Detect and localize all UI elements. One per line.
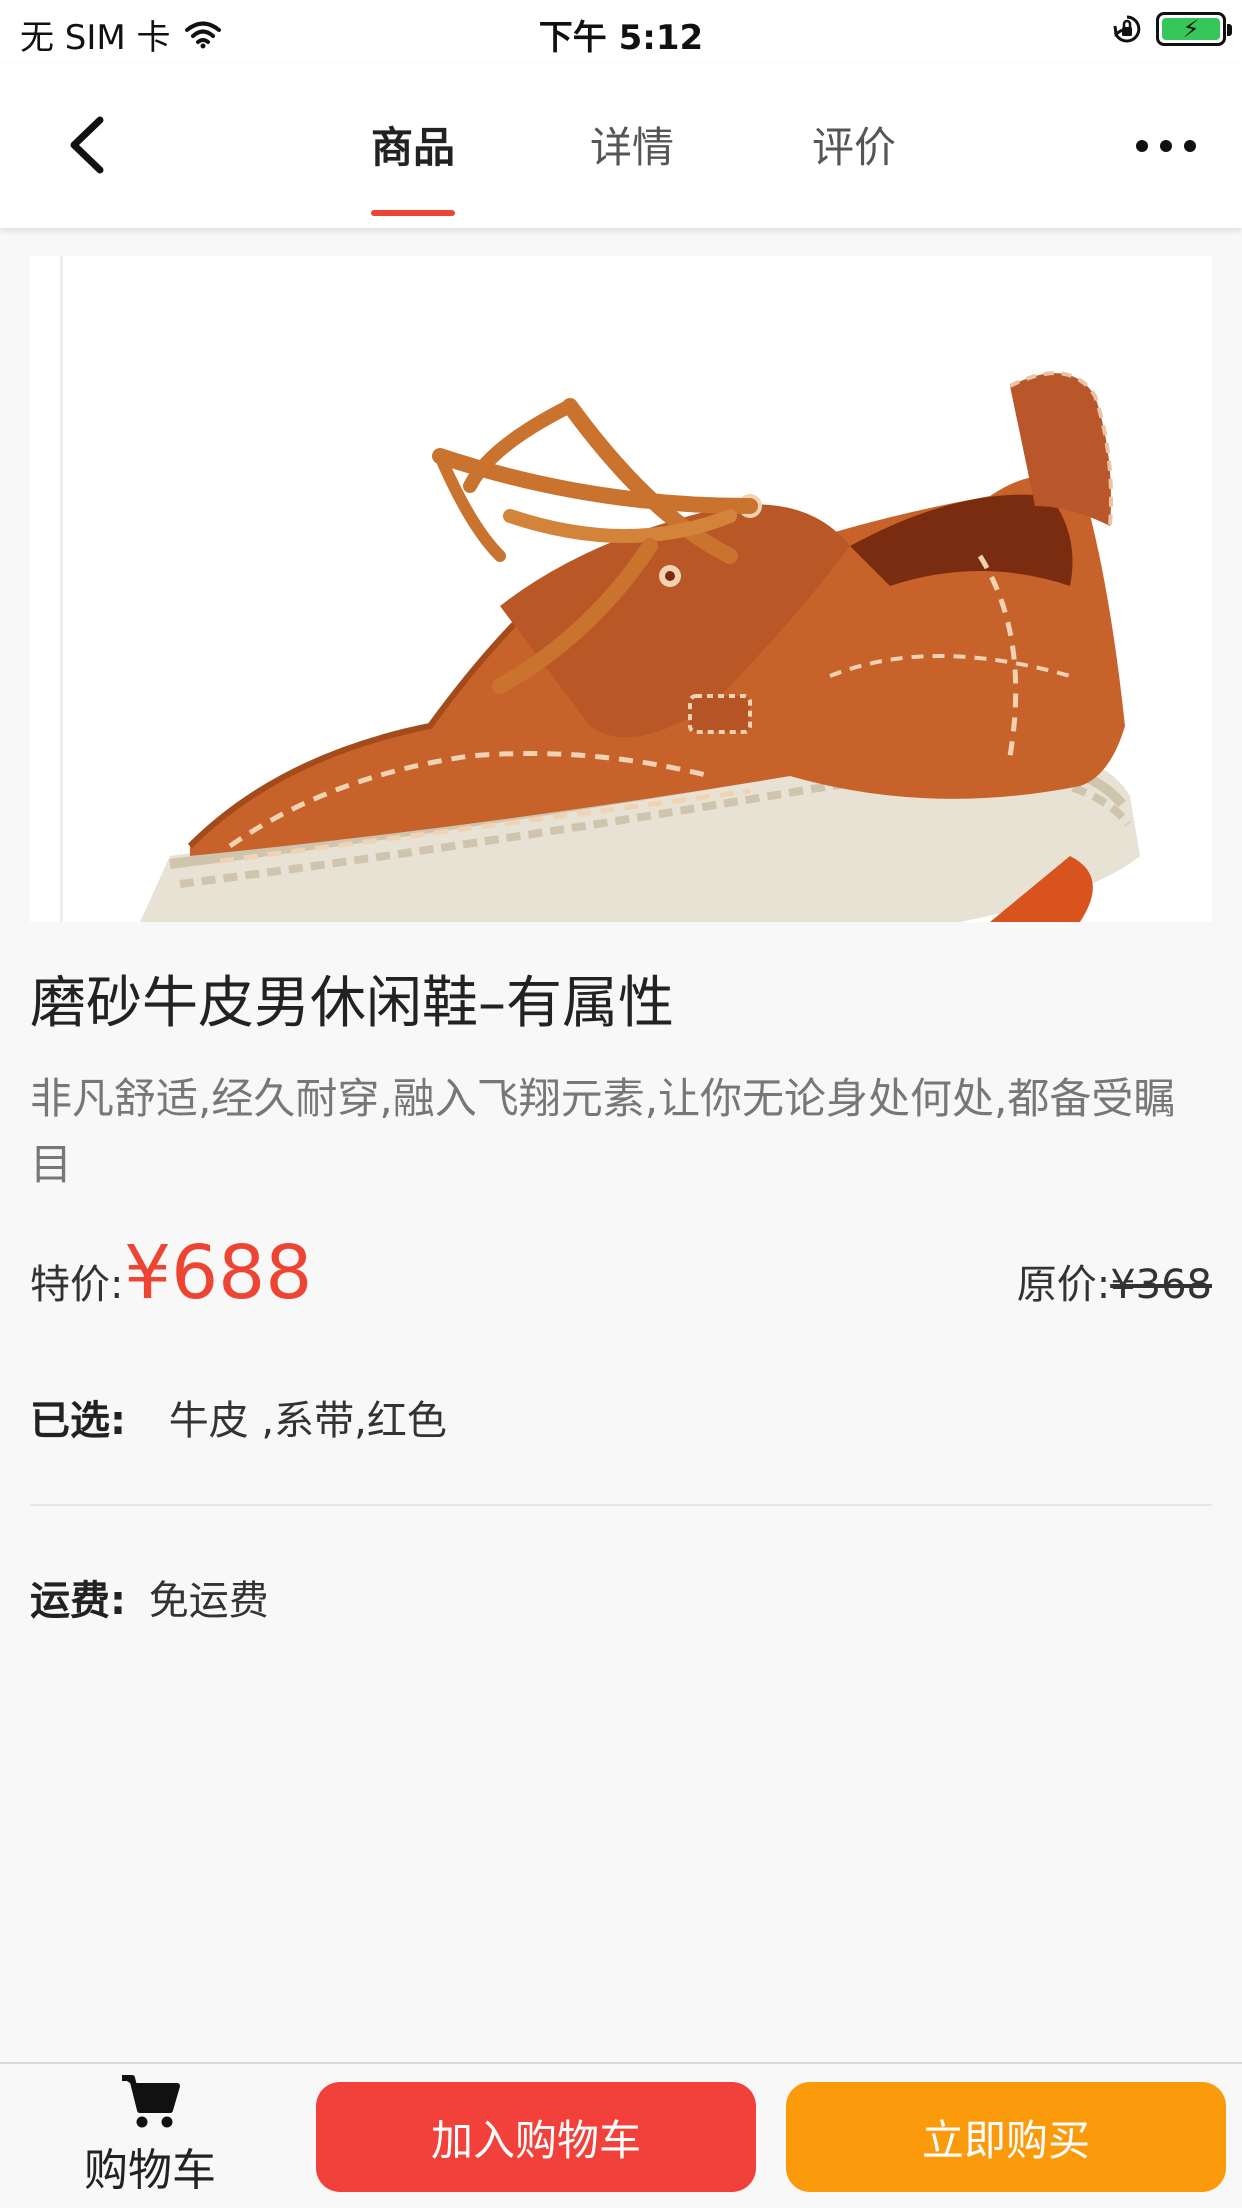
nav-bar: 商品 详情 评价	[0, 64, 1242, 228]
product-description: 非凡舒适,经久耐穿,融入飞翔元素,让你无论身处何处,都备受瞩目	[30, 1074, 1176, 1189]
buy-now-button[interactable]: 立即购买	[786, 2082, 1226, 2192]
special-price: ¥688	[124, 1230, 313, 1316]
clock: 下午 5:12	[538, 18, 704, 58]
selected-label: 已选:	[30, 1398, 126, 1444]
original-price-label: 原价:	[1016, 1262, 1111, 1308]
original-price-wrap: 原价:¥368	[1017, 1252, 1212, 1310]
more-button[interactable]	[1136, 134, 1196, 158]
product-image[interactable]	[30, 256, 1212, 922]
shipping-row: 运费: 免运费	[30, 1568, 269, 1626]
shoe-illustration	[140, 371, 1140, 922]
battery-icon: ⚡	[1156, 12, 1232, 46]
cart-button[interactable]: 购物车	[60, 2072, 240, 2204]
original-price: ¥368	[1110, 1262, 1212, 1308]
more-dot-icon	[1160, 140, 1172, 152]
shipping-label: 运费:	[30, 1578, 126, 1624]
image-edge	[60, 256, 63, 922]
divider	[30, 1504, 1212, 1506]
cart-label: 购物车	[84, 2145, 216, 2196]
status-right: ⚡	[1112, 12, 1232, 46]
status-bar: 无 SIM 卡 下午 5:12 ⚡	[0, 0, 1242, 64]
product-title: 磨砂牛皮男休闲鞋–有属性	[30, 971, 674, 1036]
tab-details[interactable]: 详情	[572, 114, 692, 175]
price-row: 特价: ¥688 原价:¥368	[30, 1230, 1212, 1320]
tab-reviews[interactable]: 评价	[794, 114, 914, 175]
shipping-value: 免运费	[148, 1578, 269, 1624]
more-dot-icon	[1136, 140, 1148, 152]
special-price-label: 特价:	[30, 1262, 124, 1308]
orientation-lock-icon	[1113, 15, 1141, 43]
selected-options-row[interactable]: 已选: 牛皮 ,系带,红色	[30, 1388, 447, 1446]
bottom-action-bar: 购物车 加入购物车 立即购买	[0, 2062, 1242, 2208]
tab-active-indicator	[371, 210, 455, 216]
tab-product[interactable]: 商品	[353, 114, 473, 175]
cart-icon	[122, 2075, 180, 2128]
more-dot-icon	[1184, 140, 1196, 152]
add-to-cart-button[interactable]: 加入购物车	[316, 2082, 756, 2192]
selected-value: 牛皮 ,系带,红色	[168, 1398, 447, 1444]
tab-bar: 商品 详情 评价	[0, 64, 1242, 228]
